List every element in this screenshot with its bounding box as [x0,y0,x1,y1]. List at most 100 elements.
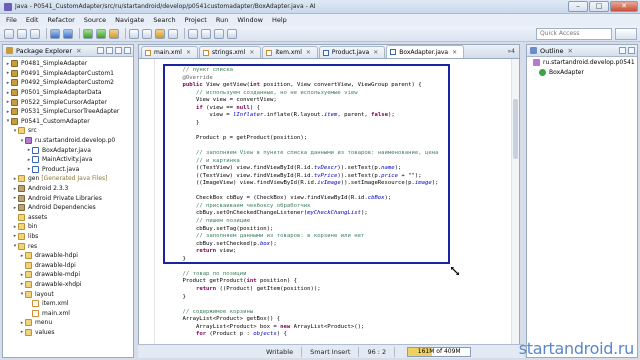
minimize-view-icon[interactable] [124,47,131,54]
close-view-icon[interactable]: ✕ [76,47,81,55]
close-tab-icon[interactable]: ✕ [306,49,311,56]
tree-item[interactable]: ▸ BoxAdapter.java [3,145,133,155]
menu-item-navigate[interactable]: Navigate [115,16,144,24]
tree-item-label: P0522_SimpleCursorAdapter [21,98,107,106]
tree-item[interactable]: item.xml [3,299,133,309]
forward-icon[interactable] [227,28,237,39]
back-icon[interactable] [214,28,224,39]
debug-icon[interactable] [83,28,93,39]
avd-manager-icon[interactable] [63,28,73,39]
code-line: cbBuy.setOnCheckedChangeListener(myCheck… [169,210,368,217]
scrollbar-thumb[interactable] [513,99,518,159]
tree-item[interactable]: ▸ Android Private Libraries [3,193,133,203]
tree-item[interactable]: ▸ libs [3,232,133,242]
menu-item-file[interactable]: File [6,16,17,24]
tree-item[interactable]: ▸ P0491_SimpleAdapterCustom1 [3,69,133,79]
tree-item[interactable]: ▸ P0481_SimpleAdapter [3,59,133,69]
tree-item[interactable]: ▸ P0492_SimpleAdapterCustom2 [3,78,133,88]
close-button[interactable]: ✕ [610,1,638,12]
tree-item[interactable]: ▸ P0531_SimpleCursorTreeAdapter [3,107,133,117]
tree-item[interactable]: ▸ menu [3,318,133,328]
new-java-package-icon[interactable] [129,28,139,39]
code-line: // и картинка [169,158,240,165]
menu-item-edit[interactable]: Edit [26,16,39,24]
search-icon[interactable] [168,28,178,39]
previous-annotation-icon[interactable] [201,28,211,39]
tree-item[interactable]: ▾ res [3,241,133,251]
outline-item[interactable]: ru.startandroid.develop.p0541 [527,57,637,67]
tree-item[interactable]: ▸ P0522_SimpleCursorAdapter [3,97,133,107]
tree-item[interactable]: ▸ P0501_SimpleAdapterData [3,88,133,98]
project-icon [11,79,18,87]
tree-item[interactable]: ▸ drawable-hdpi [3,251,133,261]
menu-item-help[interactable]: Help [272,16,287,24]
tab-overflow-button[interactable]: »4 [508,48,516,55]
tree-item[interactable]: ▸ drawable-mdpi [3,270,133,280]
tree-item[interactable]: ▸ Product.java [3,165,133,175]
code-token: // заполняем View в пункте списка данным… [195,150,439,157]
new-icon[interactable] [4,28,14,39]
tree-item[interactable]: ▸ Android 2.3.3 [3,184,133,194]
menu-item-search[interactable]: Search [153,16,175,24]
tab-label: BoxAdapter.java [399,48,449,56]
close-tab-icon[interactable]: ✕ [452,49,457,56]
tree-item[interactable]: ▾ src [3,126,133,136]
code-token: ((TextView) view.findViewById(R.id. [169,172,314,179]
tab-boxadapter-java[interactable]: BoxAdapter.java ✕ [386,45,465,58]
menu-item-refactor[interactable]: Refactor [47,16,74,24]
tree-item[interactable]: ▾ layout [3,289,133,299]
minimize-view-icon[interactable] [628,47,635,54]
open-type-icon[interactable] [155,28,165,39]
tree-item[interactable]: ▸ bin [3,222,133,232]
minimize-button[interactable]: – [568,1,588,12]
vertical-scrollbar[interactable] [511,59,519,349]
tree-item[interactable]: assets [3,213,133,223]
code-area[interactable]: // пункт списка @Override public View ge… [139,59,519,349]
tree-item[interactable]: ▾ ru.startandroid.develop.p0 [3,136,133,146]
tab-main-xml[interactable]: main.xml ✕ [141,46,198,58]
next-annotation-icon[interactable] [188,28,198,39]
save-icon[interactable] [17,28,27,39]
folder-icon [18,175,25,183]
tree-item[interactable]: drawable-ldpi [3,260,133,270]
menu-item-project[interactable]: Project [185,16,207,24]
link-with-editor-icon[interactable] [106,47,113,54]
external-tools-icon[interactable] [109,28,119,39]
tab-strings-xml[interactable]: strings.xml ✕ [199,46,262,58]
code-token: objects [253,331,277,338]
tab-product-java[interactable]: Product.java ✕ [318,46,386,58]
outline-item[interactable]: BoxAdapter [527,67,637,77]
android-sdk-manager-icon[interactable] [50,28,60,39]
close-tab-icon[interactable]: ✕ [186,49,191,56]
tree-item[interactable]: ▸ drawable-xhdpi [3,280,133,290]
close-tab-icon[interactable]: ✕ [373,49,378,56]
tree-item[interactable]: ▸ Android Dependencies [3,203,133,213]
maximize-button[interactable]: □ [589,1,609,12]
view-menu-icon[interactable] [115,47,122,54]
open-perspective-button[interactable] [615,28,637,40]
close-view-icon[interactable]: ✕ [568,47,573,55]
code-token: int [246,278,257,285]
new-java-class-icon[interactable] [142,28,152,39]
tree-item-label: gen [28,175,40,183]
heap-status[interactable]: 161M of 409M [407,346,472,357]
menu-item-source[interactable]: Source [84,16,106,24]
xml-file-icon [203,49,209,56]
tree-item[interactable]: ▾ P0541_CustomAdapter [3,117,133,127]
code-line: Product getProduct(int position) { [169,278,297,285]
run-icon[interactable] [96,28,106,39]
tab-item-xml[interactable]: item.xml ✕ [262,46,318,58]
tree-item[interactable]: ▸ values [3,328,133,338]
collapse-all-icon[interactable] [97,47,104,54]
quick-access-input[interactable]: Quick Access [536,28,612,40]
tree-item[interactable]: ▸ gen [Generated Java Files] [3,174,133,184]
tree-item[interactable]: ▸ MainActivity.java [3,155,133,165]
menu-item-run[interactable]: Run [216,16,228,24]
save-all-icon[interactable] [30,28,40,39]
menu-item-window[interactable]: Window [237,16,263,24]
tree-item[interactable]: main.xml [3,308,133,318]
close-tab-icon[interactable]: ✕ [249,49,254,56]
view-menu-icon[interactable] [619,47,626,54]
